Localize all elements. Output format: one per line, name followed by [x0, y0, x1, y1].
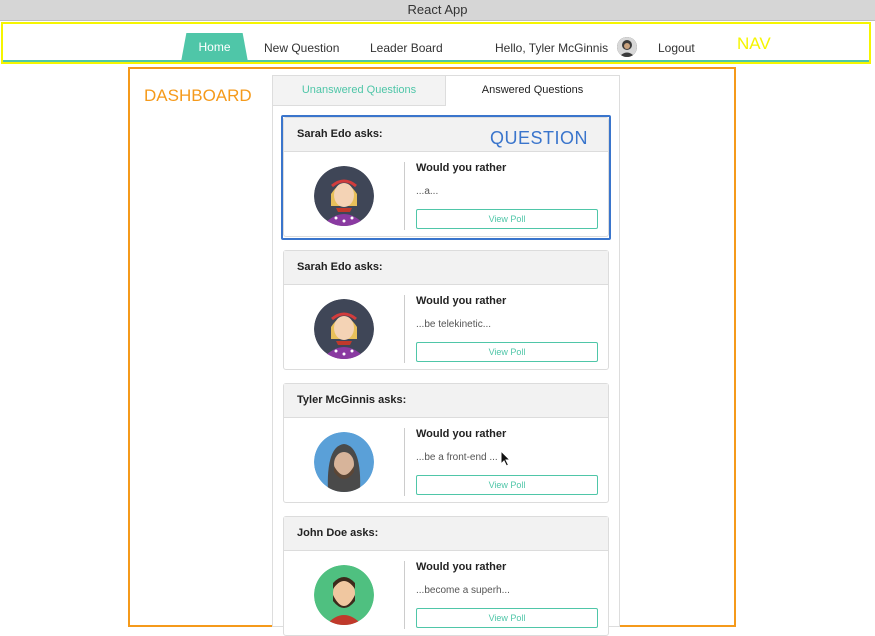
nav-annotation-label: NAV: [737, 34, 771, 53]
question-author: Tyler McGinnis asks:: [284, 384, 608, 418]
question-card: Sarah Edo asks: Would you rather ...be t…: [283, 250, 609, 370]
question-author: Sarah Edo asks:: [284, 251, 608, 285]
view-poll-button[interactable]: View Poll: [416, 608, 598, 628]
tab-unanswered-questions[interactable]: Unanswered Questions: [273, 76, 446, 106]
author-avatar: [314, 299, 374, 359]
avatar-woman-icon: [314, 299, 374, 359]
question-snippet: ...be telekinetic...: [416, 319, 492, 330]
author-avatar: [314, 565, 374, 625]
question-heading: Would you rather: [416, 561, 507, 573]
question-author: John Doe asks:: [284, 517, 608, 551]
dashboard-annotation-label: DASHBOARD: [144, 86, 252, 105]
question-heading: Would you rather: [416, 295, 507, 307]
avatar-hooded-man-icon: [314, 432, 374, 492]
author-avatar: [314, 432, 374, 492]
window-title: React App: [407, 2, 468, 17]
view-poll-button[interactable]: View Poll: [416, 475, 598, 495]
question-heading: Would you rather: [416, 428, 507, 440]
question-snippet: ...be a front-end ...: [416, 452, 498, 463]
question-annotation-label: QUESTION: [490, 128, 589, 148]
window-title-bar: React App: [0, 0, 875, 21]
view-poll-button[interactable]: View Poll: [416, 342, 598, 362]
card-divider: [404, 561, 405, 629]
avatar-bearded-man-icon: [314, 565, 374, 625]
card-divider: [404, 295, 405, 363]
question-snippet: ...become a superh...: [416, 585, 510, 596]
mouse-cursor-icon: [500, 449, 512, 473]
question-card: John Doe asks: Would you rather ...becom…: [283, 516, 609, 636]
card-divider: [404, 428, 405, 496]
question-card: Tyler McGinnis asks: Would you rather ..…: [283, 383, 609, 503]
tab-answered-questions[interactable]: Answered Questions: [446, 76, 619, 105]
